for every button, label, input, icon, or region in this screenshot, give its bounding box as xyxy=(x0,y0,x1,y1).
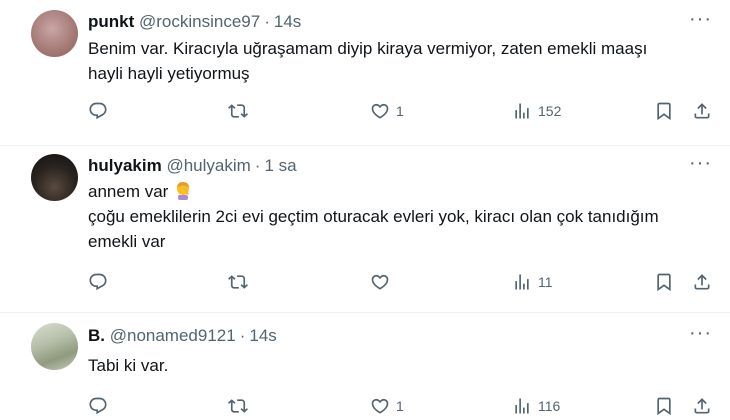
like-icon xyxy=(370,272,390,292)
separator-dot: · xyxy=(264,12,270,31)
tweet-text-line: annem var xyxy=(88,182,169,201)
reply-button[interactable] xyxy=(88,271,108,293)
views-icon xyxy=(512,101,532,121)
share-icon xyxy=(692,272,712,292)
user-handle[interactable]: @nonamed9121 xyxy=(110,326,236,345)
display-name[interactable]: punkt xyxy=(88,12,134,31)
timestamp[interactable]: 1 sa xyxy=(264,156,296,175)
bookmark-button[interactable] xyxy=(654,100,674,122)
like-count: 1 xyxy=(396,103,404,119)
reply-button[interactable] xyxy=(88,100,108,122)
reply-icon xyxy=(88,396,108,416)
bookmark-icon xyxy=(654,396,674,416)
views-button[interactable]: 11 xyxy=(512,271,553,293)
share-icon xyxy=(692,101,712,121)
display-name[interactable]: B. xyxy=(88,326,105,345)
tweet-actions: 11 xyxy=(88,271,718,293)
bookmark-icon xyxy=(654,272,674,292)
avatar[interactable] xyxy=(31,10,78,57)
view-count: 116 xyxy=(538,398,561,414)
separator-dot: · xyxy=(239,326,246,345)
views-button[interactable]: 116 xyxy=(512,395,560,417)
tweet-actions: 1 116 xyxy=(88,395,718,417)
share-button[interactable] xyxy=(692,395,712,417)
timestamp[interactable]: 14s xyxy=(274,12,301,31)
share-button[interactable] xyxy=(692,271,712,293)
like-icon xyxy=(370,396,390,416)
tweet[interactable]: punkt @rockinsince97 · 14s ··· Benim var. … xyxy=(0,0,730,145)
like-button[interactable] xyxy=(370,271,396,293)
user-handle[interactable]: @hulyakim xyxy=(166,156,250,175)
reply-icon xyxy=(88,272,108,292)
avatar[interactable] xyxy=(31,154,78,201)
views-icon xyxy=(512,272,532,292)
views-icon xyxy=(512,396,532,416)
like-button[interactable]: 1 xyxy=(370,395,404,417)
tweet-actions: 1 152 xyxy=(88,100,718,122)
more-icon[interactable]: ··· xyxy=(689,9,712,29)
tweet-text-line: emekli var xyxy=(88,232,166,251)
user-handle[interactable]: @rockinsince97 xyxy=(139,12,260,31)
share-button[interactable] xyxy=(692,100,712,122)
like-count: 1 xyxy=(396,398,404,414)
like-icon xyxy=(370,101,390,121)
retweet-icon xyxy=(228,272,248,292)
display-name[interactable]: hulyakim xyxy=(88,156,162,175)
bookmark-button[interactable] xyxy=(654,395,674,417)
retweet-button[interactable] xyxy=(228,395,248,417)
reply-button[interactable] xyxy=(88,395,108,417)
views-button[interactable]: 152 xyxy=(512,100,561,122)
bookmark-button[interactable] xyxy=(654,271,674,293)
retweet-icon xyxy=(228,396,248,416)
tweet-text: annem var çoğu emeklilerin 2ci evi geçti… xyxy=(88,179,718,254)
tweet[interactable]: hulyakim @hulyakim · 1 sa ··· annem var ço… xyxy=(0,146,730,311)
bookmark-icon xyxy=(654,101,674,121)
tweet[interactable]: B. @nonamed9121 · 14s ··· Tabi ki var. 1 1… xyxy=(0,313,730,420)
view-count: 152 xyxy=(538,103,562,119)
tweet-text: Benim var. Kiracıyla uğraşamam diyip kir… xyxy=(88,36,718,86)
avatar[interactable] xyxy=(31,323,78,370)
more-icon[interactable]: ··· xyxy=(689,323,712,343)
more-icon[interactable]: ··· xyxy=(689,153,712,173)
retweet-button[interactable] xyxy=(228,271,248,293)
tweet-text-line: Tabi ki var. xyxy=(88,356,169,375)
separator-dot: · xyxy=(254,156,261,175)
person-facepalm-emoji xyxy=(177,182,190,200)
tweet-text: Tabi ki var. xyxy=(88,353,718,378)
retweet-icon xyxy=(228,101,248,121)
reply-icon xyxy=(88,101,108,121)
timestamp[interactable]: 14s xyxy=(249,326,276,345)
share-icon xyxy=(692,396,712,416)
tweet-text-line: hayli hayli yetiyormuş xyxy=(88,64,250,83)
tweet-text-line: çoğu emeklilerin 2ci evi geçtim oturacak… xyxy=(88,207,659,226)
retweet-button[interactable] xyxy=(228,100,248,122)
view-count: 11 xyxy=(538,274,553,290)
like-button[interactable]: 1 xyxy=(370,100,404,122)
tweet-text-line: Benim var. Kiracıyla uğraşamam diyip kir… xyxy=(88,39,648,58)
